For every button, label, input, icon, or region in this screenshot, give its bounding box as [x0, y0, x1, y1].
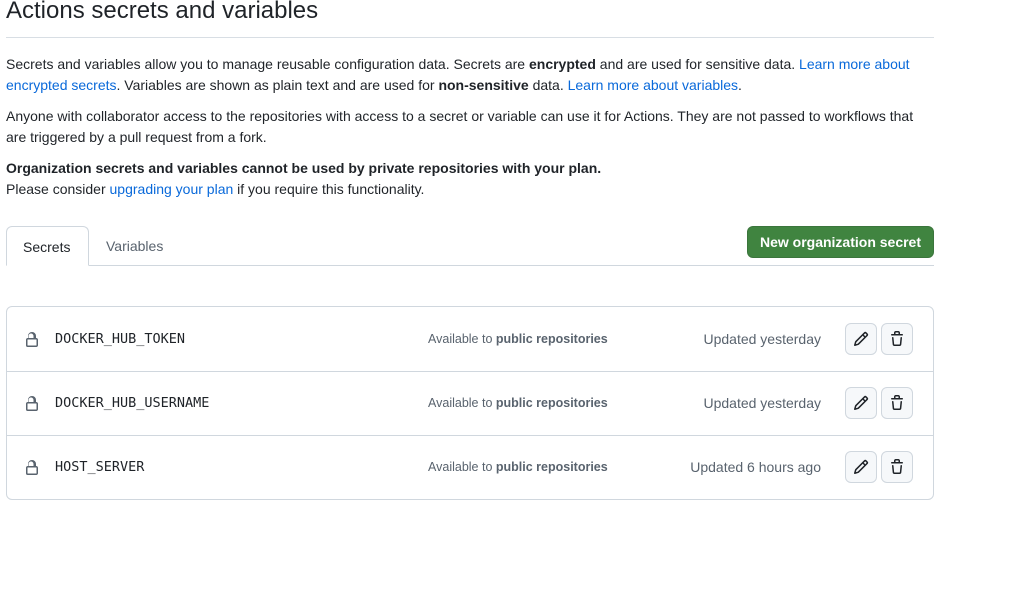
plan-notice-text: if you require this functionality.	[233, 181, 425, 197]
availability-prefix: Available to	[428, 396, 496, 410]
availability-scope: public repositories	[495, 332, 608, 346]
delete-secret-button[interactable]	[881, 387, 913, 419]
plan-notice-bold: Organization secrets and variables canno…	[6, 160, 602, 176]
intro-paragraph-1: Secrets and variables allow you to manag…	[6, 54, 936, 96]
secret-row: HOST_SERVER Available to public reposito…	[7, 435, 933, 499]
page-title: Actions secrets and variables	[6, 0, 319, 24]
secret-availability: Available to public repositories	[428, 435, 608, 499]
delete-secret-button[interactable]	[881, 451, 913, 483]
intro-text: . Variables are shown as plain text and …	[116, 77, 439, 93]
secret-name: HOST_SERVER	[55, 459, 145, 475]
secret-availability: Available to public repositories	[428, 307, 608, 371]
intro-text: .	[738, 77, 742, 93]
availability-scope: public repositories	[495, 460, 608, 474]
intro-text: and are used for sensitive data.	[595, 56, 800, 72]
page: Actions secrets and variables Secrets an…	[0, 0, 1019, 612]
secret-name: DOCKER_HUB_USERNAME	[55, 395, 210, 411]
intro-bold-encrypted: encrypted	[528, 56, 596, 72]
secret-row: DOCKER_HUB_USERNAME Available to public …	[7, 371, 933, 435]
intro-text: Secrets and variables allow you to manag…	[6, 56, 529, 72]
learn-more-variables-link[interactable]: Learn more about variables	[568, 77, 738, 93]
plan-notice-text: Please consider	[6, 181, 110, 197]
secret-name: DOCKER_HUB_TOKEN	[55, 331, 186, 347]
secret-updated: Updated yesterday	[703, 331, 821, 347]
availability-scope: public repositories	[495, 396, 608, 410]
tab-secrets[interactable]: Secrets	[6, 226, 89, 266]
secret-updated: Updated 6 hours ago	[690, 459, 821, 475]
lock-icon	[26, 396, 38, 411]
secret-availability: Available to public repositories	[428, 371, 608, 435]
pencil-icon	[853, 331, 869, 347]
intro-bold-non-sensitive: non-sensitive	[438, 77, 529, 93]
title-divider	[6, 37, 934, 38]
availability-prefix: Available to	[428, 332, 496, 346]
secrets-list: DOCKER_HUB_TOKEN Available to public rep…	[6, 306, 934, 500]
plan-notice: Organization secrets and variables canno…	[6, 158, 936, 200]
delete-secret-button[interactable]	[881, 323, 913, 355]
trash-icon	[891, 459, 903, 474]
secret-row: DOCKER_HUB_TOKEN Available to public rep…	[7, 307, 933, 371]
edit-secret-button[interactable]	[845, 387, 877, 419]
pencil-icon	[853, 395, 869, 411]
intro-paragraph-2: Anyone with collaborator access to the r…	[6, 108, 914, 145]
upgrade-plan-link[interactable]: upgrading your plan	[110, 181, 234, 197]
secret-updated: Updated yesterday	[703, 395, 821, 411]
trash-icon	[891, 331, 903, 346]
lock-icon	[26, 460, 38, 475]
trash-icon	[891, 395, 903, 410]
edit-secret-button[interactable]	[845, 451, 877, 483]
new-organization-secret-button[interactable]: New organization secret	[747, 226, 934, 258]
intro-text: data.	[528, 77, 568, 93]
edit-secret-button[interactable]	[845, 323, 877, 355]
pencil-icon	[853, 459, 869, 475]
lock-icon	[26, 332, 38, 347]
tab-variables[interactable]: Variables	[90, 226, 179, 266]
availability-prefix: Available to	[428, 460, 496, 474]
